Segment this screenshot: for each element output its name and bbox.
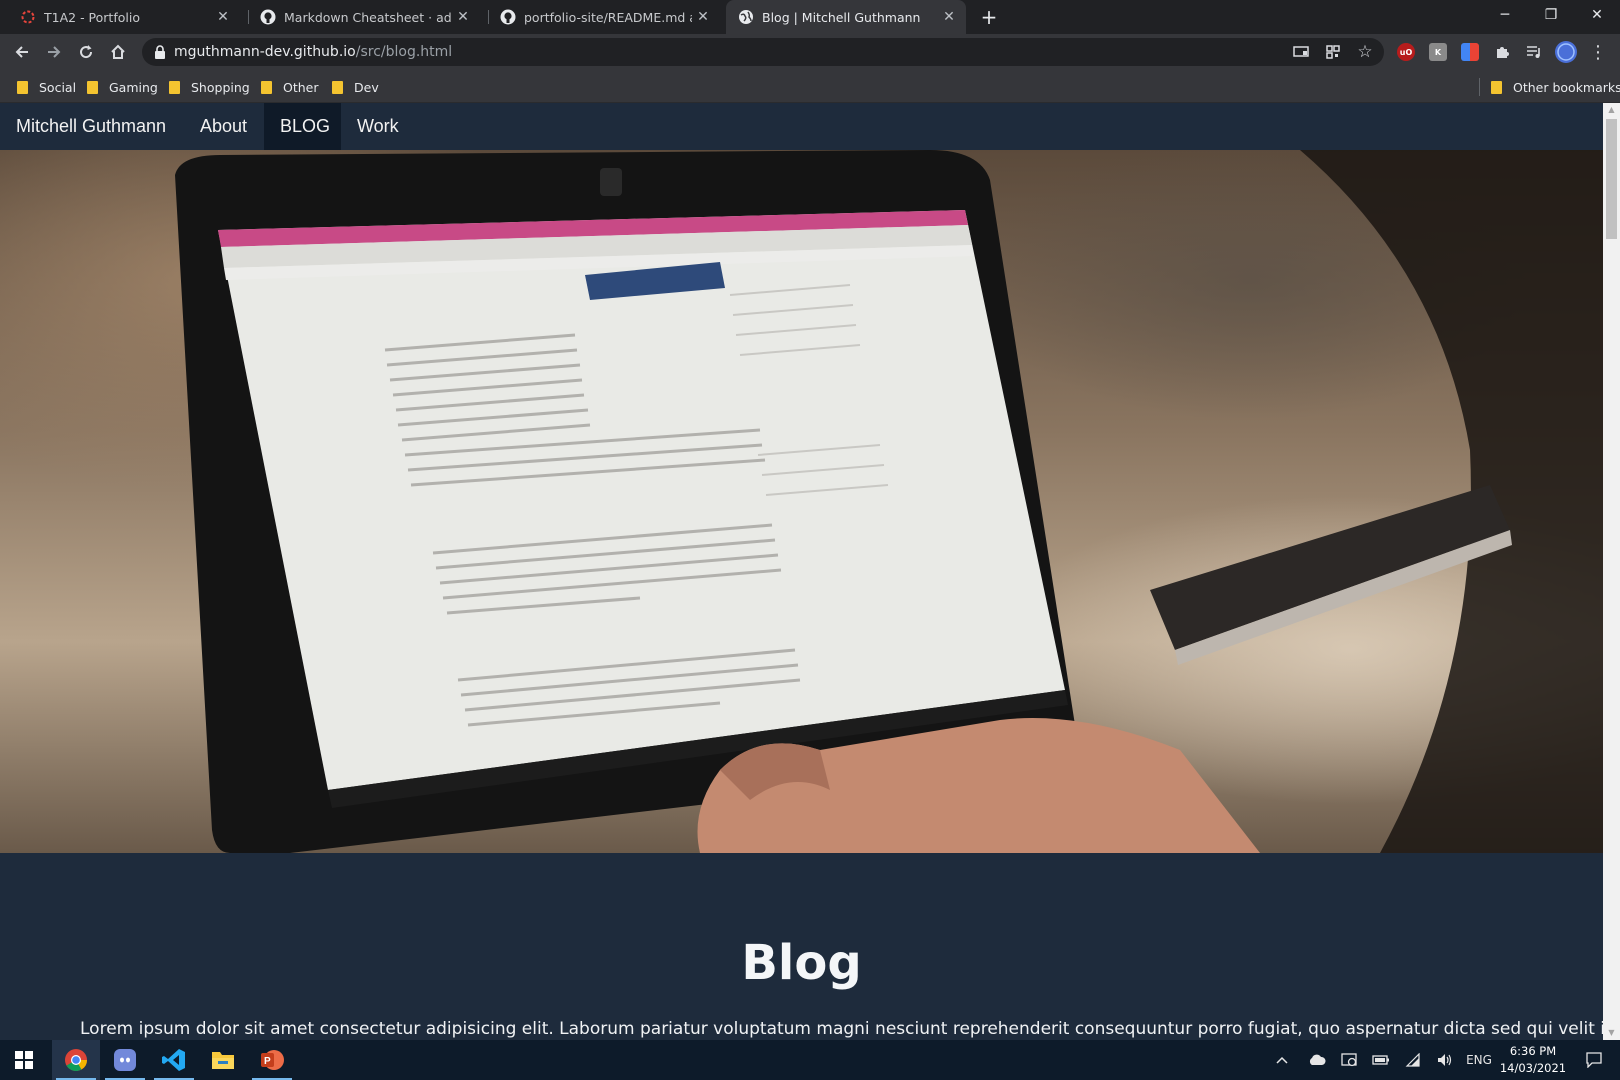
folder-icon [1491, 80, 1502, 94]
system-clock[interactable]: 6:36 PM 14/03/2021 [1498, 1043, 1568, 1077]
volume-icon[interactable] [1432, 1040, 1458, 1080]
scroll-up-arrow-icon[interactable]: ▲ [1603, 103, 1620, 117]
bookmark-label: Gaming [109, 79, 158, 95]
notification-center-icon[interactable] [1576, 1040, 1612, 1080]
forward-arrow-icon[interactable] [42, 40, 66, 64]
color-picker-extension-icon[interactable] [1461, 43, 1479, 61]
bookmark-label: Social [39, 79, 77, 95]
vscode-icon[interactable] [150, 1040, 198, 1080]
tab-strip: T1A2 - Portfolio ✕ Markdown Cheatsheet ·… [0, 0, 1620, 34]
address-bar[interactable]: mguthmann-dev.github.io/src/blog.html ☆ [142, 38, 1384, 66]
discord-icon[interactable] [101, 1040, 149, 1080]
extension-k-icon[interactable]: K [1429, 43, 1447, 61]
close-icon[interactable]: ✕ [212, 9, 234, 25]
scroll-down-arrow-icon[interactable]: ▼ [1603, 1026, 1620, 1040]
file-explorer-icon[interactable] [199, 1040, 247, 1080]
cast-icon[interactable] [1292, 43, 1310, 61]
folder-icon [169, 80, 180, 94]
windows-security-icon[interactable] [1336, 1040, 1362, 1080]
blog-content-section: Blog Lorem ipsum dolor sit amet consecte… [0, 853, 1603, 1040]
close-window-icon[interactable]: ✕ [1574, 0, 1620, 30]
url-path: /src/blog.html [355, 44, 453, 60]
close-icon[interactable]: ✕ [938, 9, 960, 25]
profile-avatar[interactable] [1554, 40, 1578, 64]
tab-title: Markdown Cheatsheet · adam-p/ [284, 9, 452, 25]
svg-text:P: P [264, 1056, 271, 1067]
clock-date: 14/03/2021 [1499, 1061, 1567, 1075]
tab-title: T1A2 - Portfolio [44, 9, 140, 25]
qr-code-icon[interactable] [1324, 43, 1342, 61]
folder-icon [87, 80, 98, 94]
reload-icon[interactable] [74, 40, 98, 64]
tab-markdown-cheatsheet[interactable]: Markdown Cheatsheet · adam-p/ ✕ [240, 0, 480, 34]
lock-icon [154, 44, 166, 63]
bookmark-folder-gaming[interactable]: Gaming [87, 78, 158, 96]
onedrive-cloud-icon[interactable] [1304, 1040, 1330, 1080]
bookmark-folder-dev[interactable]: Dev [332, 78, 379, 96]
language-indicator[interactable]: ENG [1462, 1040, 1496, 1080]
tab-t1a2-portfolio[interactable]: T1A2 - Portfolio ✕ [0, 0, 240, 34]
wifi-icon[interactable] [1400, 1040, 1426, 1080]
bookmark-label: Shopping [191, 79, 250, 95]
url-host: mguthmann-dev.github.io [174, 44, 356, 60]
nav-blog-link[interactable]: BLOG [264, 103, 341, 150]
extensions-puzzle-icon[interactable] [1490, 40, 1514, 64]
star-bookmark-icon[interactable]: ☆ [1356, 42, 1374, 62]
url-text: mguthmann-dev.github.io/src/blog.html [174, 44, 452, 60]
bookmark-folder-social[interactable]: Social [17, 78, 76, 96]
windows-taskbar: P ENG 6:36 PM 14/03/2021 [0, 1040, 1620, 1080]
chrome-icon[interactable] [52, 1040, 100, 1080]
tab-blog-active[interactable]: Blog | Mitchell Guthmann ✕ [726, 0, 966, 34]
media-queue-icon[interactable] [1522, 40, 1546, 64]
bookmark-folder-shopping[interactable]: Shopping [169, 78, 250, 96]
minimize-icon[interactable]: ─ [1482, 0, 1528, 30]
site-navbar: Mitchell Guthmann About BLOG Work [0, 103, 1603, 150]
bookmark-label: Other bookmarks [1513, 79, 1620, 95]
bookmark-folder-other[interactable]: Other [261, 78, 319, 96]
hero-laptop-image [0, 150, 1603, 853]
target-icon [20, 9, 36, 25]
bookmarks-bar: Social Gaming Shopping Other Dev Other b… [0, 70, 1620, 103]
close-icon[interactable]: ✕ [452, 9, 474, 25]
globe-icon [738, 9, 754, 25]
close-icon[interactable]: ✕ [692, 9, 714, 25]
tab-title: portfolio-site/README.md at ma [524, 9, 692, 25]
start-icon[interactable] [0, 1040, 48, 1080]
clock-time: 6:36 PM [1509, 1044, 1557, 1058]
github-icon [260, 9, 276, 25]
battery-icon[interactable] [1368, 1040, 1394, 1080]
bookmark-label: Dev [354, 79, 379, 95]
restore-icon[interactable]: ❐ [1528, 0, 1574, 30]
home-icon[interactable] [106, 40, 130, 64]
github-icon [500, 9, 516, 25]
folder-icon [17, 80, 28, 94]
blog-intro-paragraph: Lorem ipsum dolor sit amet consectetur a… [80, 1019, 1603, 1039]
page-title: Blog [741, 935, 862, 991]
back-arrow-icon[interactable] [10, 40, 34, 64]
powerpoint-icon[interactable]: P [248, 1040, 296, 1080]
folder-icon [332, 80, 343, 94]
page-scrollbar[interactable]: ▲ ▼ [1603, 103, 1620, 1040]
chevron-up-icon[interactable] [1270, 1040, 1294, 1080]
laptop-photo-illustration [175, 150, 1603, 853]
tab-portfolio-readme[interactable]: portfolio-site/README.md at ma ✕ [480, 0, 720, 34]
nav-brand-link[interactable]: Mitchell Guthmann [0, 103, 182, 150]
folder-icon [261, 80, 272, 94]
page-viewport: Mitchell Guthmann About BLOG Work Blog L… [0, 103, 1603, 1040]
scrollbar-thumb[interactable] [1606, 119, 1617, 239]
other-bookmarks-folder[interactable]: Other bookmarks [1491, 78, 1620, 96]
bookmarks-divider [1479, 78, 1480, 96]
new-tab-button[interactable]: + [978, 6, 1000, 28]
tab-title: Blog | Mitchell Guthmann [762, 9, 921, 25]
bookmark-label: Other [283, 79, 319, 95]
nav-about-link[interactable]: About [184, 103, 263, 150]
ublock-origin-icon[interactable]: uO [1397, 43, 1415, 61]
nav-work-link[interactable]: Work [341, 103, 415, 150]
browser-toolbar: mguthmann-dev.github.io/src/blog.html ☆ … [0, 34, 1620, 70]
chrome-menu-icon[interactable]: ⋮ [1586, 40, 1610, 64]
